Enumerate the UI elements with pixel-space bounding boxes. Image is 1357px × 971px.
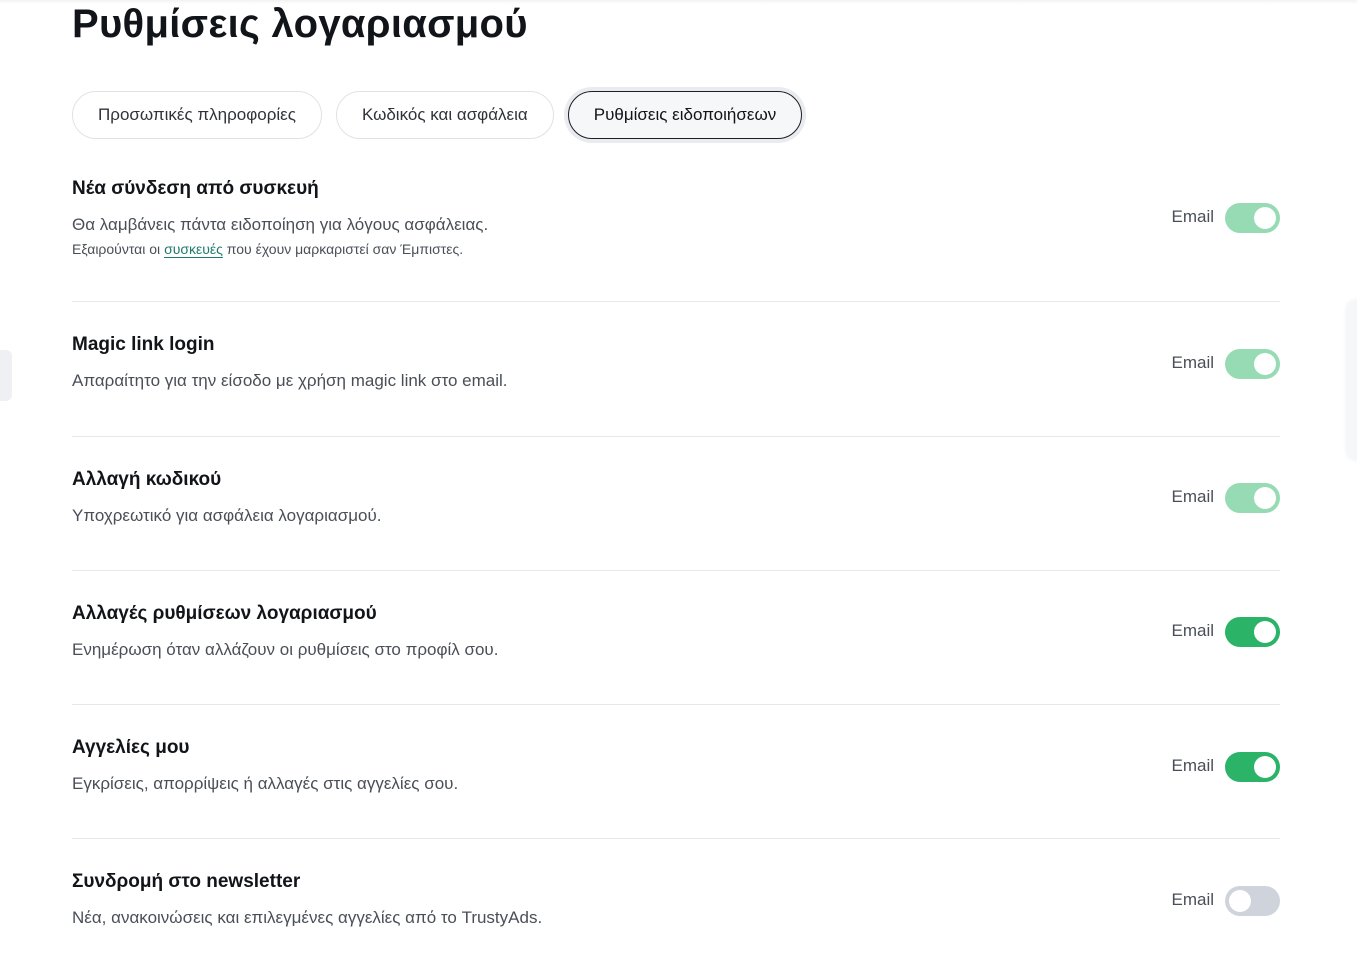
divider: [72, 570, 1280, 571]
section-title: Magic link login: [72, 334, 215, 355]
channel-label: Email: [1171, 207, 1214, 226]
email-toggle[interactable]: [1225, 483, 1280, 513]
section-note: Εξαιρούνται οι συσκευές που έχουν μαρκαρ…: [72, 241, 463, 257]
channel-label: Email: [1171, 487, 1214, 506]
email-toggle[interactable]: [1225, 617, 1280, 647]
email-toggle[interactable]: [1225, 203, 1280, 233]
toggle-knob: [1229, 890, 1251, 912]
divider: [72, 436, 1280, 437]
section-title: Νέα σύνδεση από συσκευή: [72, 178, 319, 199]
page-title: Ρυθμίσεις λογαριασμού: [72, 2, 528, 46]
section-description: Ενημέρωση όταν αλλάζουν οι ρυθμίσεις στο…: [72, 640, 499, 659]
trusted-devices-link[interactable]: συσκευές: [164, 241, 223, 257]
section-description: Εγκρίσεις, απορρίψεις ή αλλαγές στις αγγ…: [72, 774, 459, 793]
settings-tabs: Προσωπικές πληροφορίες Κωδικός και ασφάλ…: [72, 91, 803, 139]
tab-password-security[interactable]: Κωδικός και ασφάλεια: [335, 91, 554, 139]
section-description: Απαραίτητο για την είσοδο με χρήση magic…: [72, 371, 508, 390]
section-title: Αλλαγές ρυθμίσεων λογαριασμού: [72, 603, 377, 624]
section-title: Συνδρομή στο newsletter: [72, 871, 301, 892]
channel-label: Email: [1171, 756, 1214, 775]
email-toggle[interactable]: [1225, 752, 1280, 782]
section-title: Αγγελίες μου: [72, 737, 190, 758]
channel-label: Email: [1171, 621, 1214, 640]
toggle-knob: [1254, 756, 1276, 778]
note-prefix: Εξαιρούνται οι: [72, 241, 165, 257]
section-description: Θα λαμβάνεις πάντα ειδοποίηση για λόγους…: [72, 215, 489, 234]
section-description: Υποχρεωτικό για ασφάλεια λογαριασμού.: [72, 506, 382, 525]
toggle-knob: [1254, 621, 1276, 643]
channel-label: Email: [1171, 890, 1214, 909]
toggle-knob: [1254, 487, 1276, 509]
tab-personal-info[interactable]: Προσωπικές πληροφορίες: [72, 91, 322, 139]
note-suffix: που έχουν μαρκαριστεί σαν Έμπιστες.: [222, 241, 464, 257]
toggle-knob: [1254, 207, 1276, 229]
divider: [72, 301, 1280, 302]
email-toggle[interactable]: [1225, 886, 1280, 916]
toggle-knob: [1254, 353, 1276, 375]
channel-label: Email: [1171, 353, 1214, 372]
side-handle-right[interactable]: [1347, 300, 1357, 460]
section-description: Νέα, ανακοινώσεις και επιλεγμένες αγγελί…: [72, 908, 543, 927]
section-title: Αλλαγή κωδικού: [72, 469, 222, 490]
tab-notification-settings[interactable]: Ρυθμίσεις ειδοποιήσεων: [567, 91, 803, 139]
divider: [72, 838, 1280, 839]
divider: [72, 704, 1280, 705]
side-handle-left[interactable]: [0, 350, 12, 401]
email-toggle[interactable]: [1225, 349, 1280, 379]
